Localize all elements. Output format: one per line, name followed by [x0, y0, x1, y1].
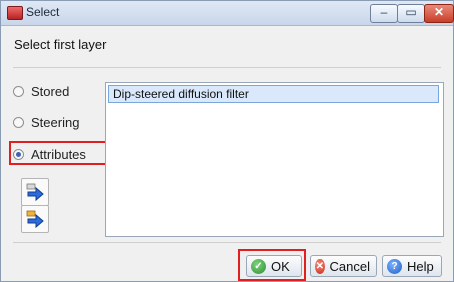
ok-highlight-box: [238, 249, 306, 281]
radio-stored[interactable]: Stored: [13, 81, 69, 101]
export-arrow-icon: [26, 210, 44, 229]
help-button-label: Help: [407, 258, 434, 274]
import-button[interactable]: [21, 178, 49, 206]
export-button[interactable]: [21, 205, 49, 233]
radio-steering-label: Steering: [31, 114, 80, 130]
attributes-highlight-box: [9, 141, 107, 165]
minimize-button[interactable]: –: [370, 4, 398, 23]
radio-steering[interactable]: Steering: [13, 112, 79, 132]
radio-stored-label: Stored: [31, 83, 70, 99]
cancel-button-label: Cancel: [329, 258, 370, 274]
select-dialog: Select – ▭ ✕ Select first layer Stored S…: [0, 0, 454, 282]
title-bar: Select – ▭ ✕: [1, 1, 454, 26]
attribute-listbox[interactable]: Dip-steered diffusion filter: [105, 82, 444, 237]
question-circle-icon: ?: [387, 258, 402, 274]
radio-steering-indicator[interactable]: [13, 116, 24, 128]
list-item[interactable]: Dip-steered diffusion filter: [108, 85, 439, 103]
maximize-button[interactable]: ▭: [397, 4, 425, 23]
top-divider: [13, 67, 441, 68]
radio-stored-indicator[interactable]: [13, 85, 24, 97]
close-button[interactable]: ✕: [424, 4, 454, 23]
x-circle-icon: ✕: [315, 258, 325, 274]
dialog-subtitle: Select first layer: [14, 37, 107, 52]
app-icon: [7, 6, 23, 20]
import-arrow-icon: [26, 183, 44, 202]
help-button[interactable]: ? Help: [382, 255, 442, 277]
bottom-divider: [13, 242, 441, 243]
window-title: Select: [26, 5, 60, 19]
cancel-button[interactable]: ✕ Cancel: [310, 255, 377, 277]
